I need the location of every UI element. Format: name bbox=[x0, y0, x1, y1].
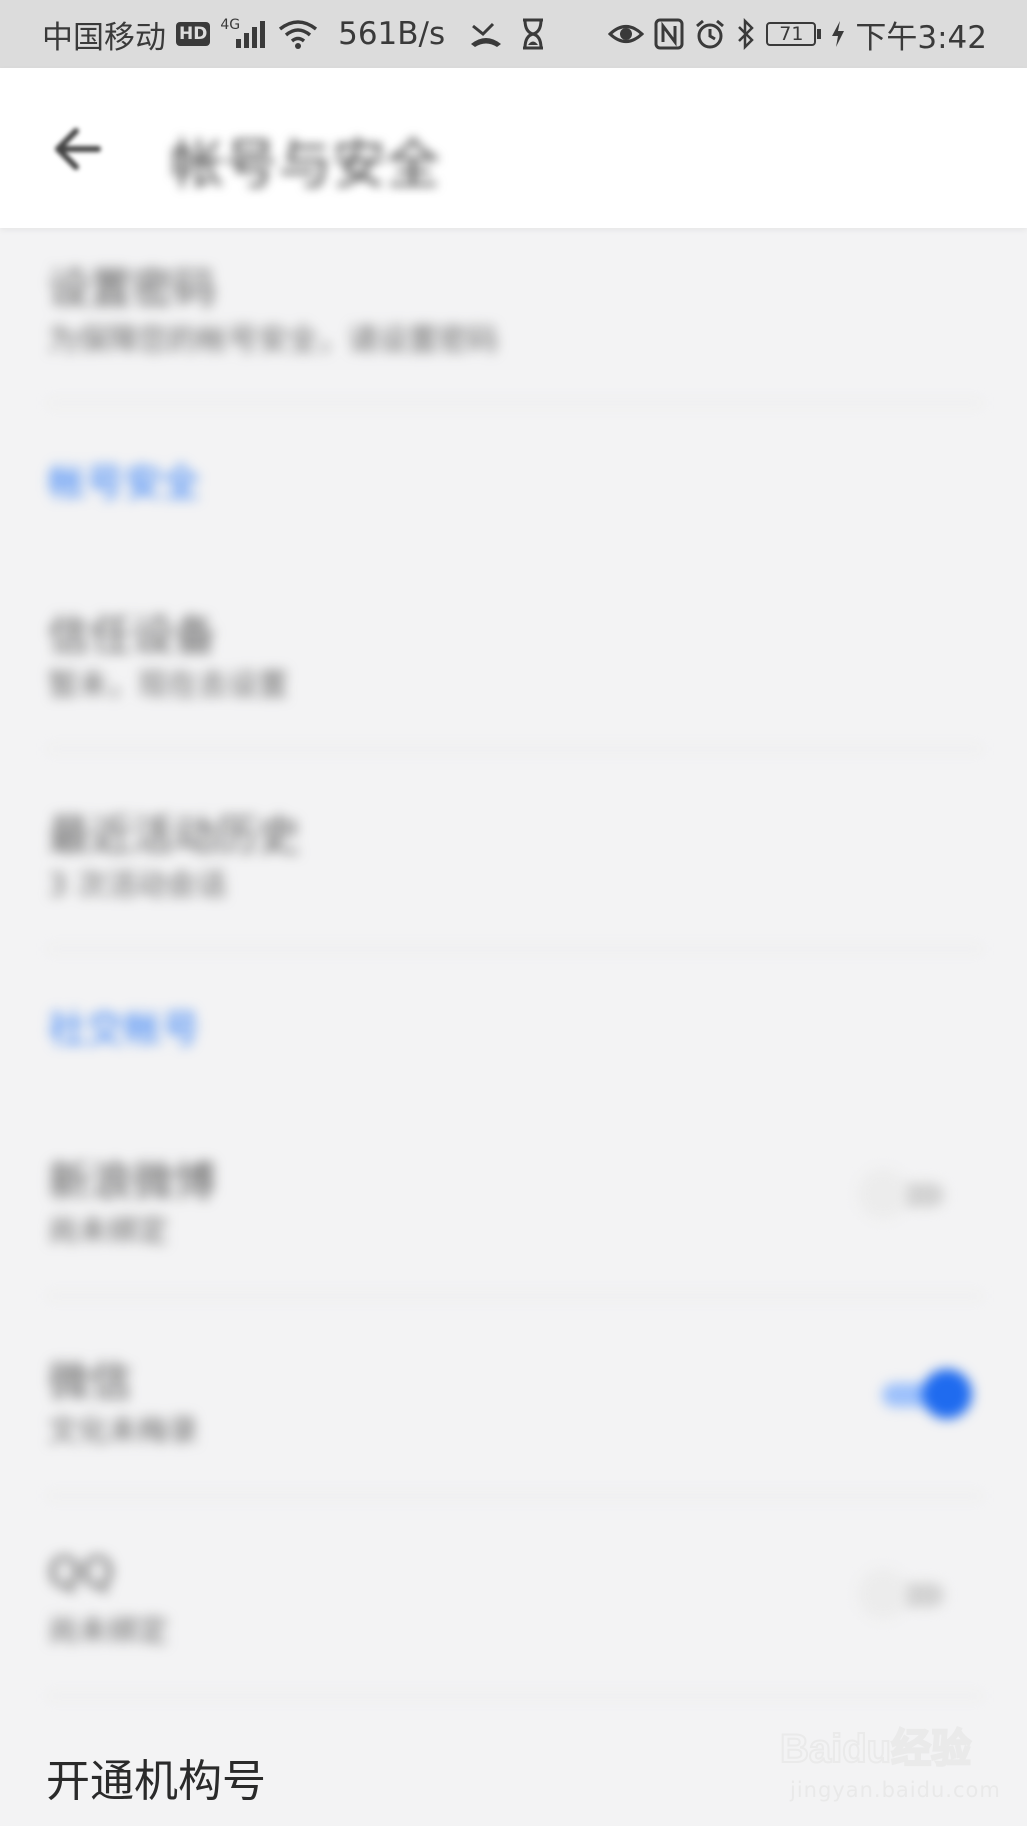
qq-title: QQ bbox=[48, 1548, 115, 1597]
watermark-url: jingyan.baidu.com bbox=[790, 1778, 1001, 1802]
status-bar: 中国移动 HD 4G 561B/s 71 下午3:42 bbox=[0, 0, 1027, 68]
wechat-title: 微信 bbox=[48, 1357, 133, 1406]
back-arrow-icon[interactable] bbox=[52, 123, 104, 175]
carrier-label: 中国移动 bbox=[42, 19, 166, 56]
weibo-title: 新浪微博 bbox=[48, 1157, 217, 1206]
bluetooth-icon bbox=[736, 18, 756, 50]
battery-icon: 71 bbox=[766, 22, 822, 46]
qq-subtitle: 尚未绑定 bbox=[48, 1614, 168, 1649]
wechat-subtitle: 文化未梅录 bbox=[48, 1414, 198, 1449]
toggle-thumb bbox=[858, 1569, 908, 1619]
wechat-toggle[interactable] bbox=[876, 1365, 972, 1425]
nfc-icon bbox=[654, 18, 684, 50]
hd-icon: HD bbox=[176, 22, 211, 46]
section-header-account-security: 帐号安全 bbox=[48, 461, 201, 505]
toggle-thumb bbox=[858, 1169, 908, 1219]
list-item-qq[interactable]: QQ 尚未绑定 bbox=[48, 1548, 978, 1668]
network-speed: 561B/s bbox=[338, 16, 446, 52]
divider bbox=[48, 1695, 982, 1697]
divider bbox=[48, 748, 982, 750]
page-title: 帐号与安全 bbox=[170, 133, 440, 196]
missed-call-icon bbox=[469, 20, 503, 48]
recent-activity-title: 最近活动历史 bbox=[48, 811, 301, 860]
charging-icon bbox=[831, 20, 845, 48]
qq-toggle[interactable] bbox=[858, 1565, 954, 1625]
weibo-subtitle: 尚未绑定 bbox=[48, 1214, 168, 1249]
set-password-subtitle: 为保障您的帐号安全，请设置密码 bbox=[48, 323, 498, 358]
toggle-thumb bbox=[922, 1369, 972, 1419]
wifi-icon bbox=[278, 19, 318, 49]
clock: 下午3:42 bbox=[855, 19, 987, 56]
trusted-devices-title: 信任设备 bbox=[48, 611, 217, 660]
list-item-recent-activity[interactable]: 最近活动历史 3 次活动会话 bbox=[48, 802, 978, 922]
battery-level: 71 bbox=[766, 22, 817, 46]
list-item-set-password[interactable]: 设置密码 为保障您的帐号安全，请设置密码 bbox=[48, 255, 978, 395]
divider bbox=[48, 1295, 982, 1297]
recent-activity-subtitle: 3 次活动会话 bbox=[48, 868, 227, 903]
battery-tip bbox=[817, 29, 822, 39]
divider bbox=[48, 402, 982, 404]
baidu-jingyan-logo: Baidu经验 bbox=[779, 1712, 980, 1786]
hourglass-icon bbox=[521, 18, 545, 50]
list-item-trusted-devices[interactable]: 信任设备 暂未，现在去设置 bbox=[48, 602, 978, 722]
eye-icon bbox=[608, 21, 645, 47]
list-item-wechat[interactable]: 微信 文化未梅录 bbox=[48, 1348, 978, 1468]
set-password-title: 设置密码 bbox=[48, 264, 217, 313]
divider bbox=[48, 1495, 982, 1497]
list-item-org-account[interactable]: 开通机构号 bbox=[46, 1745, 266, 1809]
status-bar-right: 71 下午3:42 bbox=[608, 12, 987, 57]
trusted-devices-subtitle: 暂未，现在去设置 bbox=[48, 668, 288, 703]
list-item-weibo[interactable]: 新浪微博 尚未绑定 bbox=[48, 1148, 978, 1268]
signal-icon: 4G bbox=[220, 17, 268, 51]
app-bar: 帐号与安全 bbox=[0, 68, 1027, 228]
alarm-icon bbox=[694, 18, 726, 50]
weibo-toggle[interactable] bbox=[858, 1165, 954, 1225]
divider bbox=[48, 948, 982, 950]
section-header-social: 社交帐号 bbox=[48, 1007, 201, 1051]
status-bar-left: 中国移动 HD 4G 561B/s bbox=[42, 12, 545, 57]
logo-text: Baidu经验 bbox=[780, 1727, 971, 1771]
